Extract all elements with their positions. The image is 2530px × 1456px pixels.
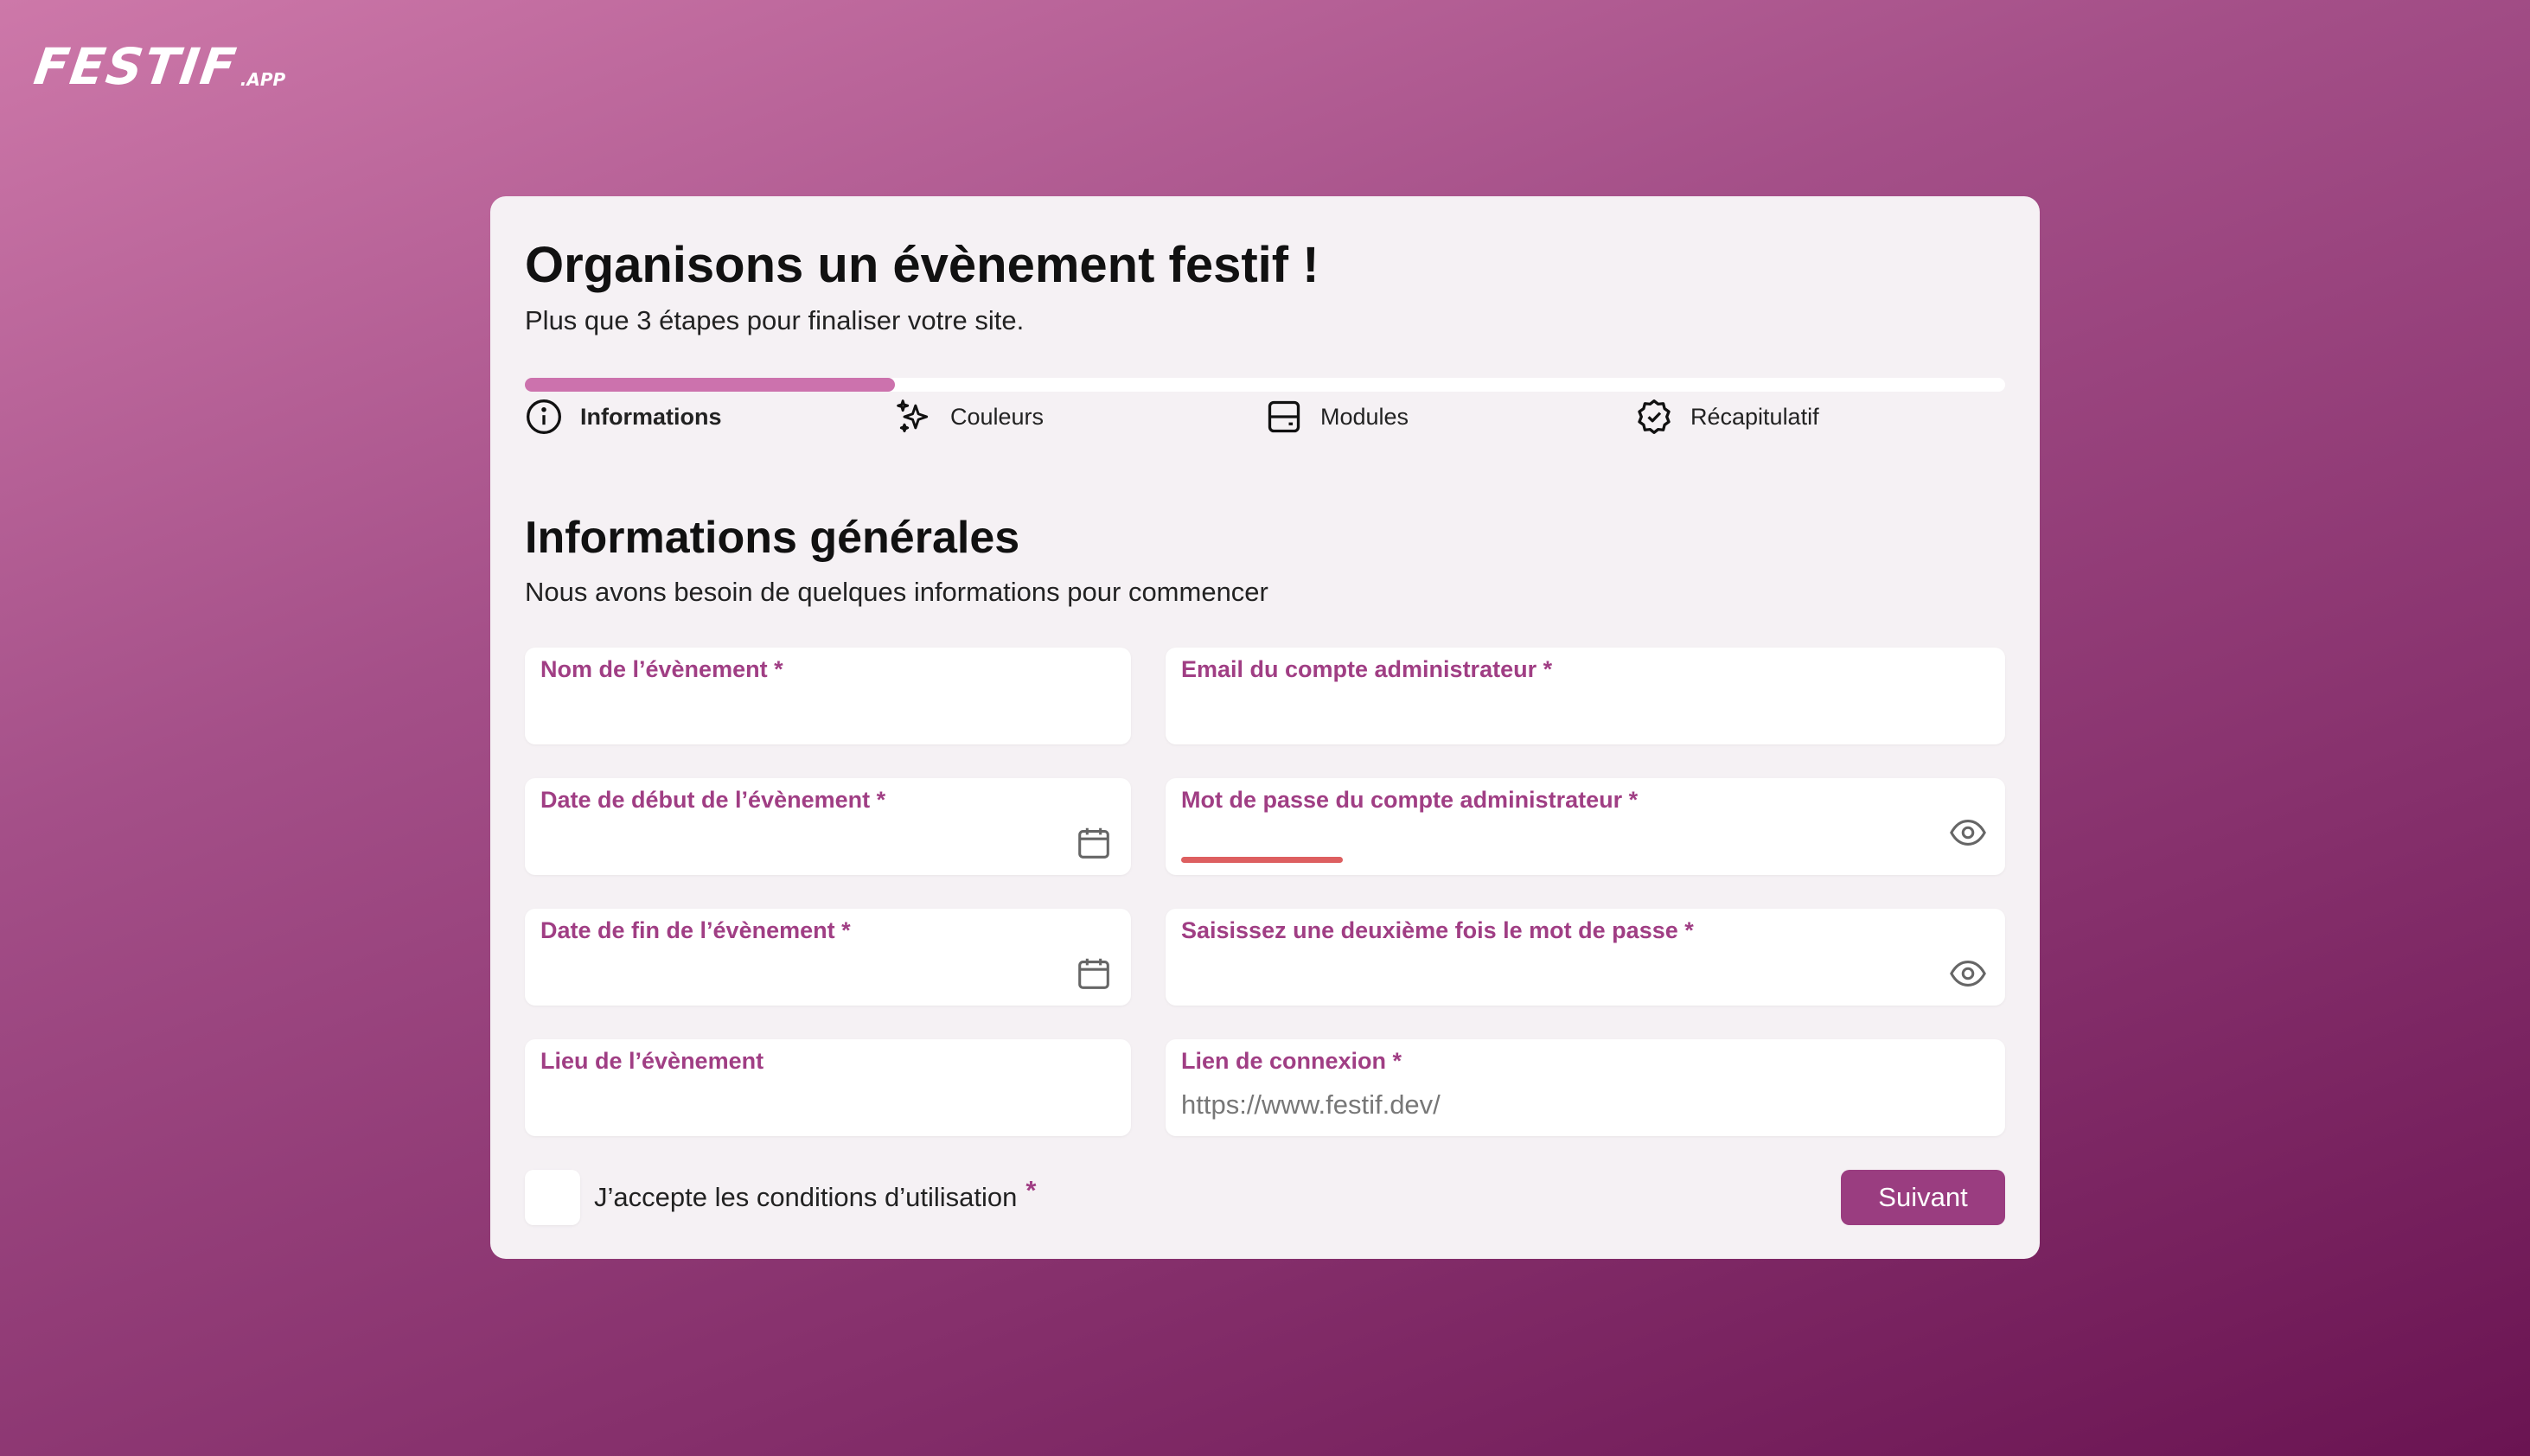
start-date-input[interactable]	[540, 827, 1051, 861]
calendar-icon[interactable]	[1074, 954, 1114, 993]
step-label: Couleurs	[950, 403, 1045, 430]
admin-email-field[interactable]: Email du compte administrateur *	[1166, 648, 2005, 744]
step-label: Modules	[1320, 403, 1409, 430]
start-date-label: Date de début de l’évènement *	[540, 787, 886, 813]
required-mark: *	[1025, 1175, 1037, 1205]
eye-icon[interactable]	[1948, 954, 1988, 993]
event-name-label: Nom de l’évènement *	[540, 656, 783, 682]
check-badge-icon	[1638, 399, 1671, 434]
password-strength-bar	[1181, 857, 1343, 863]
password-confirm-field[interactable]: Saisissez une deuxième fois le mot de pa…	[1166, 909, 2005, 1006]
event-name-field[interactable]: Nom de l’évènement *	[525, 648, 1131, 744]
end-date-field[interactable]: Date de fin de l’évènement *	[525, 909, 1131, 1006]
terms-label[interactable]: J’accepte les conditions d’utilisation	[594, 1182, 1017, 1213]
step-couleurs[interactable]: Couleurs	[895, 398, 1044, 436]
section-title: Informations générales	[525, 513, 1020, 563]
section-subtitle: Nous avons besoin de quelques informatio…	[525, 577, 1268, 607]
page-title: Organisons un évènement festif !	[525, 237, 1319, 293]
progress-bar	[525, 378, 2005, 392]
step-modules[interactable]: Modules	[1265, 398, 1409, 436]
admin-email-label: Email du compte administrateur *	[1181, 656, 1553, 682]
admin-password-input[interactable]	[1181, 827, 1926, 861]
end-date-input[interactable]	[540, 957, 1051, 992]
admin-email-input[interactable]	[1181, 696, 1926, 731]
connection-link-input[interactable]	[1181, 1088, 1926, 1122]
step-label: Informations	[580, 403, 722, 430]
eye-icon[interactable]	[1948, 813, 1988, 853]
festif-logo: FESTIF .APP	[30, 37, 286, 96]
logo-suffix: .APP	[240, 69, 286, 90]
terms-row: J’accepte les conditions d’utilisation *	[525, 1170, 1036, 1225]
admin-password-label: Mot de passe du compte administrateur *	[1181, 787, 1639, 813]
admin-password-field[interactable]: Mot de passe du compte administrateur *	[1166, 778, 2005, 875]
calendar-icon[interactable]	[1074, 823, 1114, 863]
connection-link-field[interactable]: Lien de connexion *	[1166, 1039, 2005, 1136]
next-button[interactable]: Suivant	[1841, 1170, 2005, 1225]
event-name-input[interactable]	[540, 696, 1051, 731]
info-icon	[527, 399, 561, 434]
terms-checkbox[interactable]	[525, 1170, 580, 1225]
sparkles-icon	[897, 399, 929, 432]
progress-fill	[525, 378, 895, 392]
logo-text: FESTIF	[30, 37, 241, 96]
end-date-label: Date de fin de l’évènement *	[540, 917, 851, 943]
step-label: Récapitulatif	[1690, 403, 1819, 430]
page-subtitle: Plus que 3 étapes pour finaliser votre s…	[525, 305, 1025, 335]
password-confirm-input[interactable]	[1181, 957, 1926, 992]
step-informations[interactable]: Informations	[525, 398, 722, 436]
wizard-card: Organisons un évènement festif ! Plus qu…	[490, 196, 2040, 1259]
step-recapitulatif[interactable]: Récapitulatif	[1635, 398, 1819, 436]
start-date-field[interactable]: Date de début de l’évènement *	[525, 778, 1131, 875]
location-input[interactable]	[540, 1088, 1051, 1122]
location-label: Lieu de l’évènement	[540, 1048, 764, 1074]
location-field[interactable]: Lieu de l’évènement	[525, 1039, 1131, 1136]
password-confirm-label: Saisissez une deuxième fois le mot de pa…	[1181, 917, 1694, 943]
connection-link-label: Lien de connexion *	[1181, 1048, 1402, 1074]
server-icon	[1268, 400, 1300, 433]
